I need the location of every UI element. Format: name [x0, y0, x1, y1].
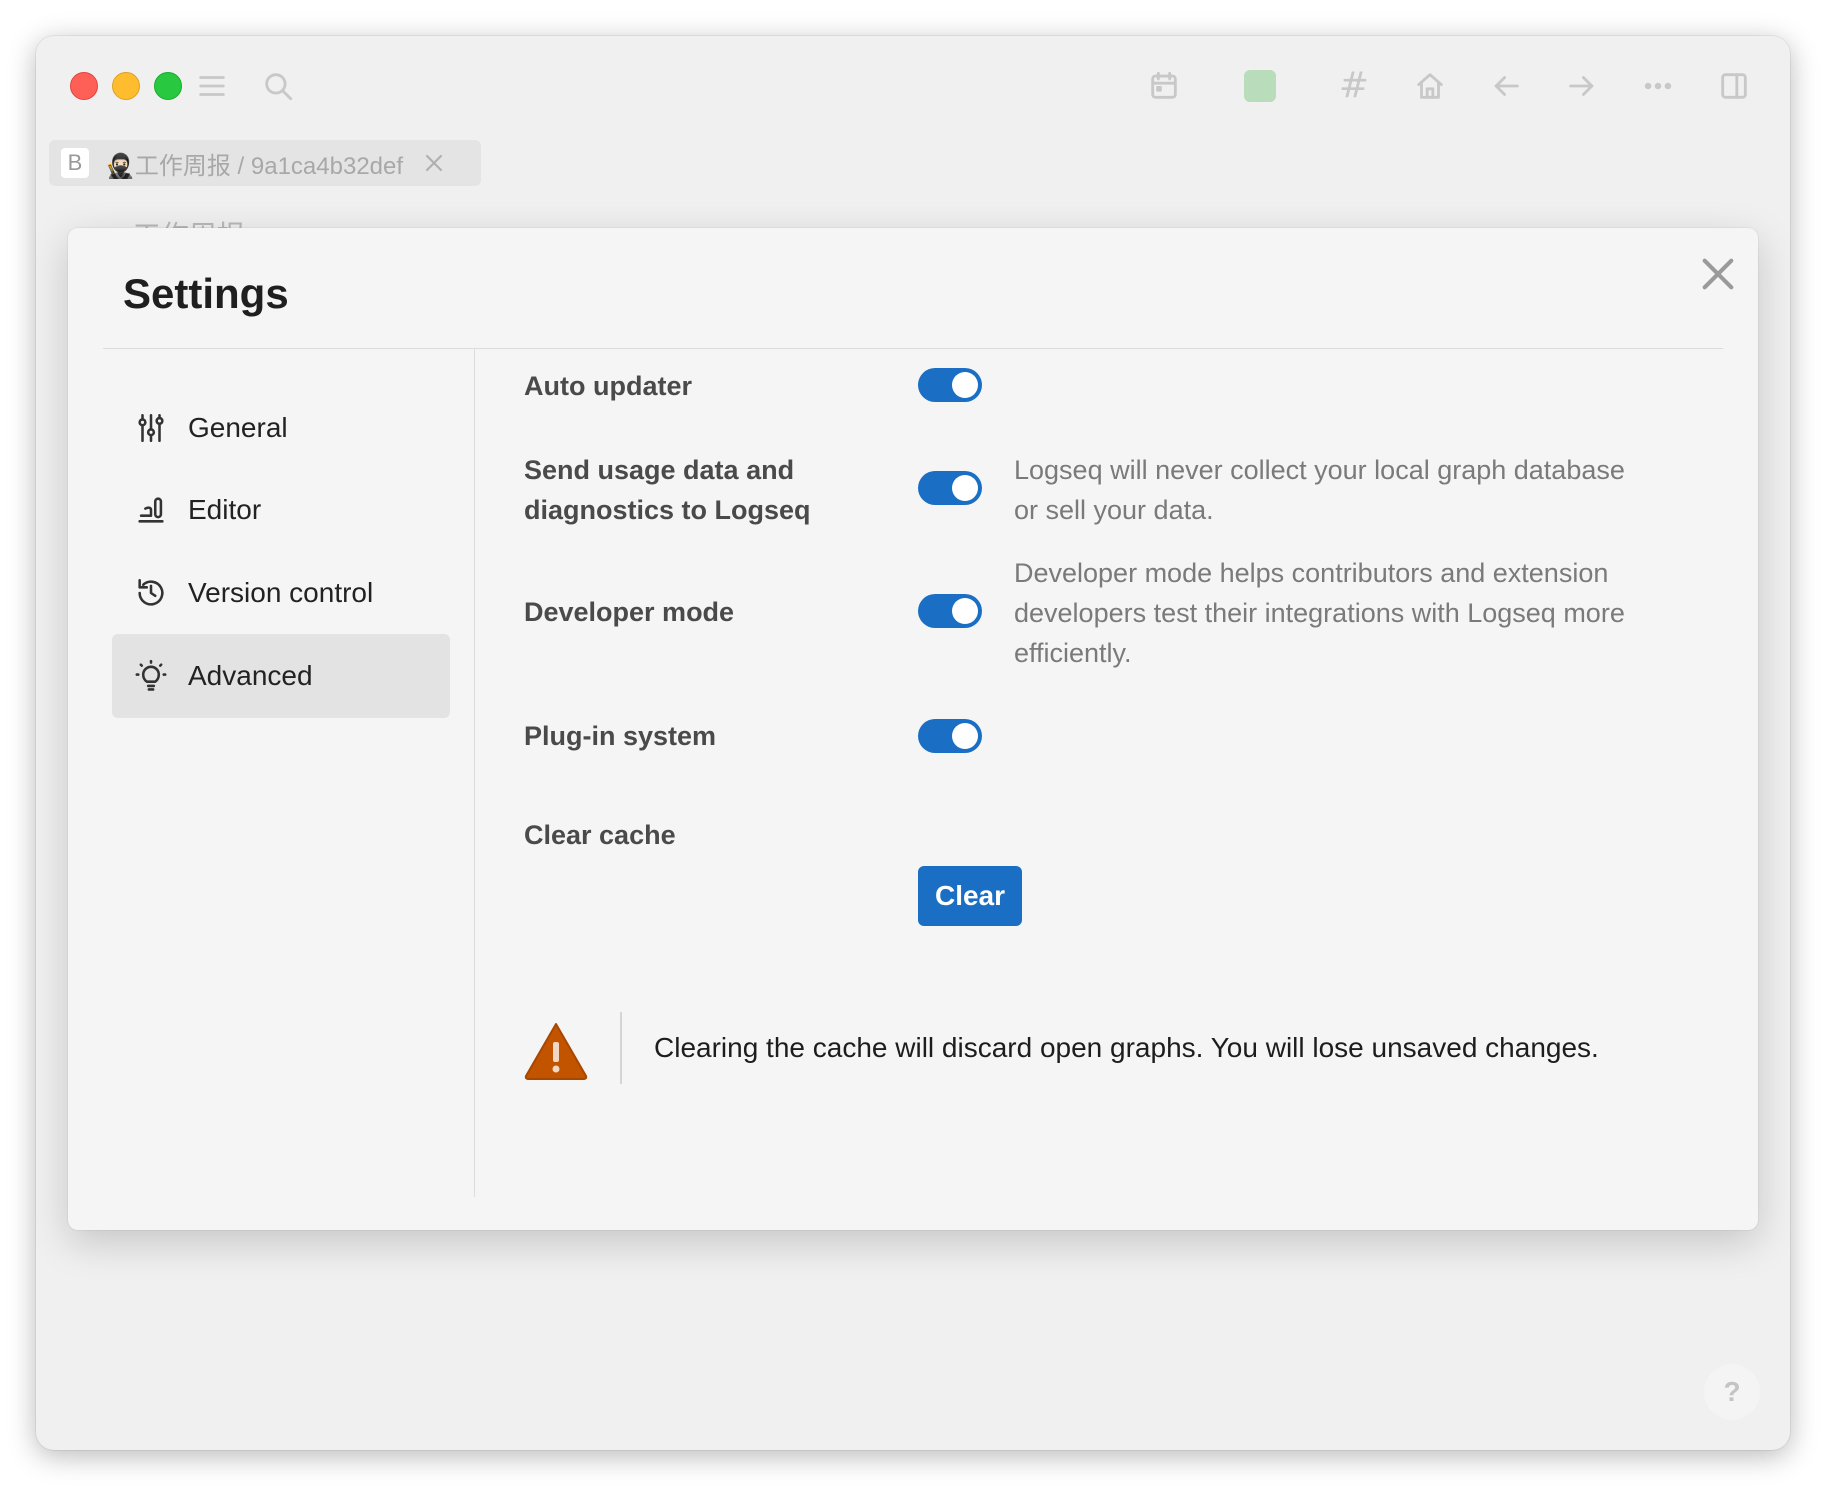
nav-label: Version control: [188, 577, 374, 608]
editor-icon: [138, 497, 164, 523]
warning-icon: [524, 1023, 588, 1080]
nav-item-advanced[interactable]: Advanced: [112, 634, 450, 718]
nav-item-version-control[interactable]: Version control: [112, 551, 450, 635]
graph-color-swatch: [1244, 70, 1276, 102]
settings-modal: Settings General Editor Version control …: [68, 228, 1758, 1230]
toggle-knob: [952, 598, 978, 624]
graph-color-square[interactable]: [1240, 66, 1280, 106]
nav-label: General: [188, 412, 288, 443]
warning-text: Clearing the cache will discard open gra…: [654, 1032, 1599, 1063]
developer-mode-desc-line3: efficiently.: [1014, 638, 1132, 668]
developer-mode-desc-line2: developers test their integrations with …: [1014, 598, 1625, 628]
back-arrow-icon[interactable]: [1486, 66, 1526, 106]
nav-item-editor[interactable]: Editor: [112, 468, 450, 552]
sliders-icon: [138, 413, 164, 443]
bulb-icon: [135, 659, 167, 691]
plugin-system-toggle[interactable]: [918, 719, 982, 753]
window-controls: [70, 72, 182, 100]
page-tab[interactable]: B 🥷🏻工作周报 / 9a1ca4b32def: [49, 140, 481, 186]
nav-item-general[interactable]: General: [112, 386, 450, 470]
help-button[interactable]: ?: [1704, 1364, 1760, 1420]
header-divider: [103, 348, 1723, 349]
nav-label: Advanced: [188, 660, 313, 691]
tab-label: 🥷🏻工作周报 / 9a1ca4b32def: [105, 152, 404, 180]
nav-label: Editor: [188, 494, 262, 525]
hash-icon[interactable]: #: [1334, 66, 1374, 106]
toggle-knob: [952, 723, 978, 749]
more-icon[interactable]: [1638, 66, 1678, 106]
maximize-window-button[interactable]: [154, 72, 182, 100]
developer-mode-toggle[interactable]: [918, 594, 982, 628]
usage-data-desc-line1: Logseq will never collect your local gra…: [1014, 455, 1625, 485]
search-icon[interactable]: [258, 66, 298, 106]
warning-divider: [620, 1012, 622, 1084]
close-icon[interactable]: [1698, 254, 1738, 294]
usage-data-description: Logseq will never collect your local gra…: [1014, 450, 1694, 530]
plugin-system-label: Plug-in system: [524, 721, 717, 751]
usage-data-label-line2: diagnostics to Logseq: [524, 495, 811, 525]
sidebar-toggle-icon[interactable]: [1714, 66, 1754, 106]
settings-title: Settings: [123, 270, 289, 317]
developer-mode-description: Developer mode helps contributors and ex…: [1014, 553, 1694, 673]
hash-glyph: #: [1338, 65, 1370, 106]
usage-data-toggle[interactable]: [918, 471, 982, 505]
minimize-window-button[interactable]: [112, 72, 140, 100]
usage-data-label: Send usage data and diagnostics to Logse…: [524, 450, 811, 530]
menu-icon[interactable]: [192, 66, 232, 106]
close-window-button[interactable]: [70, 72, 98, 100]
developer-mode-desc-line1: Developer mode helps contributors and ex…: [1014, 558, 1609, 588]
nav-divider: [474, 349, 475, 1197]
tab-close-icon[interactable]: [421, 150, 447, 176]
auto-updater-label: Auto updater: [524, 371, 692, 401]
home-icon[interactable]: [1410, 66, 1450, 106]
history-icon: [138, 578, 164, 606]
usage-data-desc-line2: or sell your data.: [1014, 495, 1214, 525]
forward-arrow-icon[interactable]: [1562, 66, 1602, 106]
clear-cache-button[interactable]: Clear: [918, 866, 1022, 926]
toggle-knob: [952, 475, 978, 501]
toggle-knob: [952, 372, 978, 398]
usage-data-label-line1: Send usage data and: [524, 455, 795, 485]
developer-mode-label: Developer mode: [524, 597, 735, 627]
graph-badge: B: [61, 148, 89, 178]
calendar-icon[interactable]: [1144, 66, 1184, 106]
clear-cache-label: Clear cache: [524, 820, 676, 850]
auto-updater-toggle[interactable]: [918, 368, 982, 402]
